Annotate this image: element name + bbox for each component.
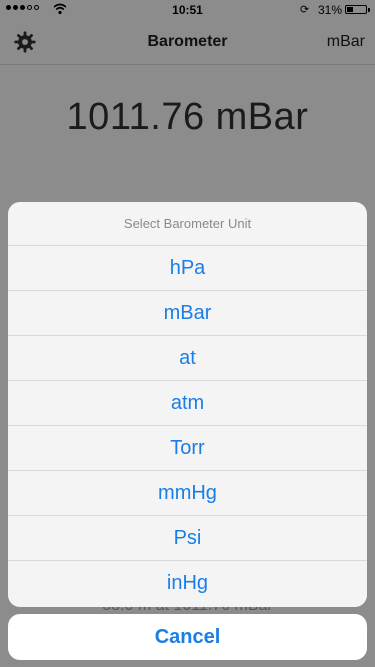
- unit-option-mmhg[interactable]: mmHg: [8, 471, 367, 516]
- unit-option-mbar[interactable]: mBar: [8, 291, 367, 336]
- action-sheet-title: Select Barometer Unit: [8, 202, 367, 246]
- nav-bar: Barometer mBar: [0, 20, 375, 65]
- unit-option-atm[interactable]: atm: [8, 381, 367, 426]
- battery-icon: [345, 5, 370, 14]
- unit-action-sheet: Select Barometer Unit hPa mBar at atm To…: [8, 202, 367, 607]
- unit-button[interactable]: mBar: [327, 33, 365, 51]
- page-title: Barometer: [147, 33, 228, 50]
- rotation-lock-icon: ⟳: [300, 4, 310, 16]
- status-bar: 10:51 ⟳ 31%: [0, 0, 375, 20]
- unit-option-psi[interactable]: Psi: [8, 516, 367, 561]
- pressure-reading: 1011.76 mBar: [66, 96, 309, 138]
- unit-option-torr[interactable]: Torr: [8, 426, 367, 471]
- unit-option-hpa[interactable]: hPa: [8, 246, 367, 291]
- cancel-button[interactable]: Cancel: [8, 614, 367, 660]
- battery-percent: 31%: [318, 3, 343, 17]
- unit-option-at[interactable]: at: [8, 336, 367, 381]
- unit-option-inhg[interactable]: inHg: [8, 561, 367, 605]
